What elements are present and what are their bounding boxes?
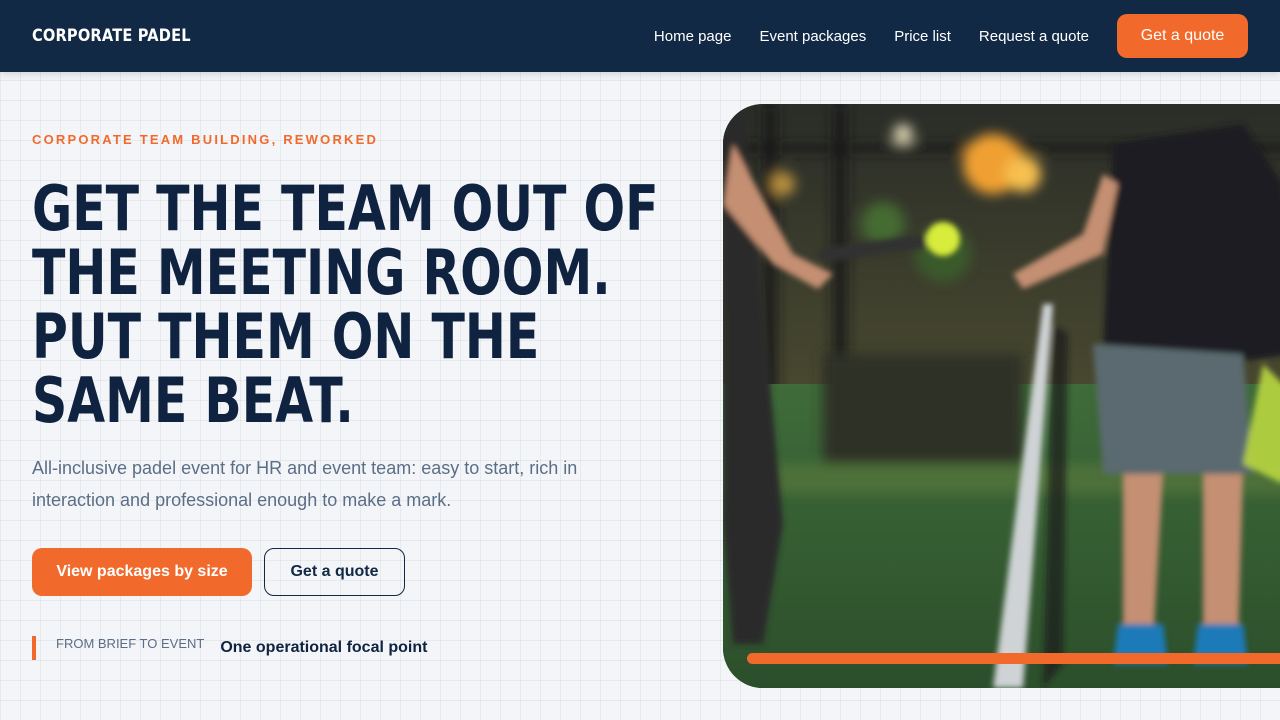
get-quote-nav-button[interactable]: Get a quote — [1117, 14, 1248, 58]
accent-bar — [32, 636, 36, 660]
hero-photo — [723, 104, 1280, 688]
image-progress-bar — [747, 653, 1280, 664]
nav-link-price-list[interactable]: Price list — [894, 28, 951, 45]
view-packages-button[interactable]: View packages by size — [32, 548, 252, 596]
focal-label: FROM BRIEF TO EVENT — [56, 635, 205, 651]
top-navbar: CORPORATE PADEL Home page Event packages… — [0, 0, 1280, 72]
nav-link-request-quote[interactable]: Request a quote — [979, 28, 1089, 45]
hero-subtitle: All-inclusive padel event for HR and eve… — [32, 458, 578, 510]
main-nav: Home page Event packages Price list Requ… — [626, 14, 1248, 58]
hero-eyebrow: CORPORATE TEAM BUILDING, REWORKED — [32, 132, 379, 147]
hero-actions: View packages by size Get a quote — [32, 548, 405, 596]
focal-point-callout: FROM BRIEF TO EVENT One operational foca… — [32, 636, 427, 660]
nav-link-event-packages[interactable]: Event packages — [759, 28, 866, 45]
padel-players-image — [723, 104, 1280, 688]
hero-section: CORPORATE TEAM BUILDING, REWORKED GET TH… — [32, 132, 692, 660]
get-quote-button[interactable]: Get a quote — [264, 548, 405, 596]
nav-link-home[interactable]: Home page — [654, 28, 732, 45]
brand-logo[interactable]: CORPORATE PADEL — [32, 26, 191, 46]
focal-value: One operational focal point — [220, 639, 428, 656]
hero-headline: GET THE TEAM OUT OF THE MEETING ROOM. PU… — [32, 172, 659, 437]
